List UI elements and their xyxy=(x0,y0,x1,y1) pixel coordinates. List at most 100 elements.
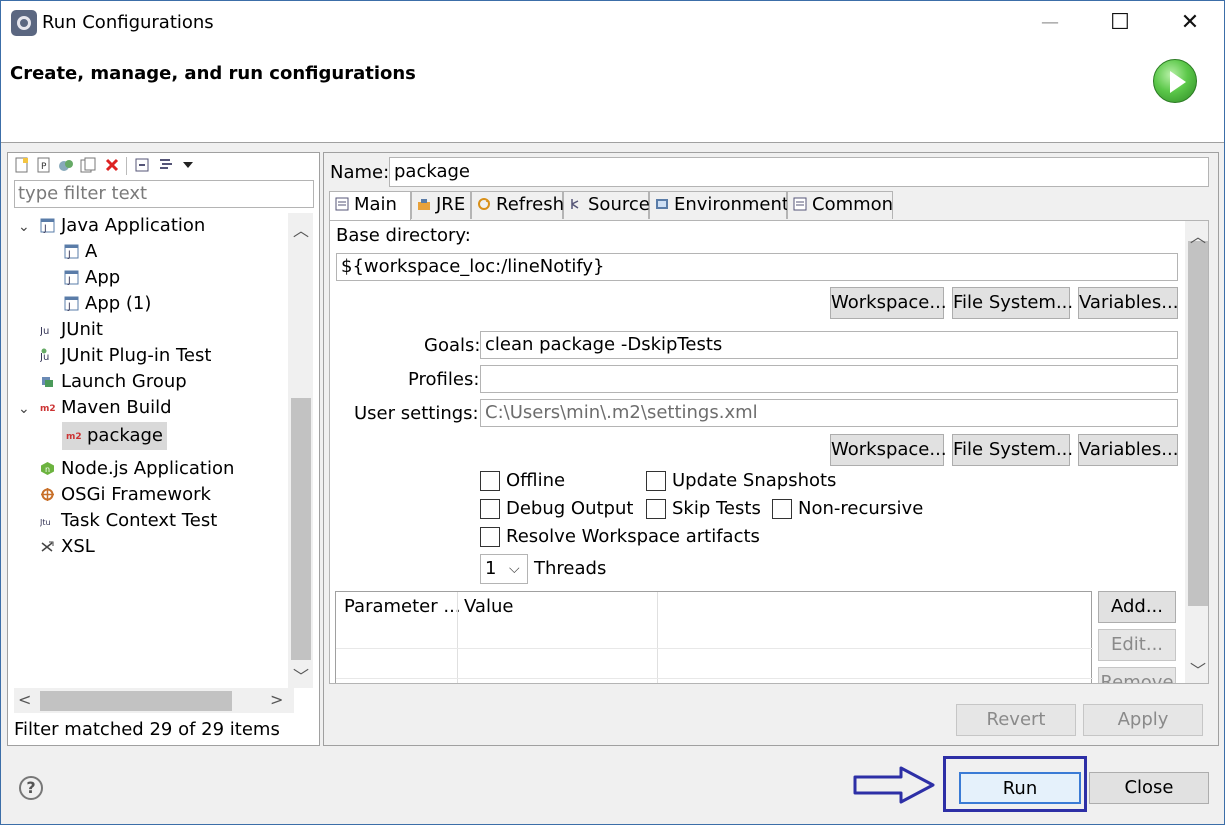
resolve-workspace-checkbox[interactable] xyxy=(480,527,500,547)
name-input[interactable]: package xyxy=(389,157,1209,187)
tab-jre[interactable]: JRE xyxy=(411,191,471,219)
parameters-table[interactable]: Parameter ... Value xyxy=(335,591,1093,683)
offline-checkbox[interactable] xyxy=(480,471,500,491)
export-icon[interactable] xyxy=(58,157,74,173)
scroll-down-icon[interactable]: ﹀ xyxy=(293,663,309,687)
revert-button[interactable]: Revert xyxy=(956,704,1076,736)
run-button-label: Run xyxy=(1002,778,1038,799)
file-system-button[interactable]: File System... xyxy=(952,287,1073,319)
new-prototype-icon[interactable]: P xyxy=(36,157,52,173)
filter-input[interactable]: type filter text xyxy=(14,180,314,208)
threads-label: Threads xyxy=(534,558,607,579)
annotation-arrow-icon xyxy=(853,766,935,804)
update-snapshots-checkbox[interactable] xyxy=(646,471,666,491)
tree-item-app-1[interactable]: J App (1) xyxy=(64,292,151,316)
tree-item-a[interactable]: JA xyxy=(64,240,97,264)
user-settings-input[interactable]: C:\Users\min\.m2\settings.xml xyxy=(480,399,1178,427)
tree-item-java-application[interactable]: J Java Application xyxy=(40,214,205,238)
tree-item-label: OSGi Framework xyxy=(61,484,211,505)
view-menu-icon[interactable] xyxy=(180,157,196,173)
expand-chevron-icon[interactable]: ⌄ xyxy=(18,401,30,417)
workspace-button[interactable]: Workspace... xyxy=(830,287,947,319)
tree-vertical-scroll-thumb[interactable] xyxy=(291,398,311,660)
skip-tests-checkbox[interactable] xyxy=(646,499,666,519)
tree-item-osgi-framework[interactable]: OSGi Framework xyxy=(40,483,211,507)
maven-icon: m2 xyxy=(66,432,81,442)
tree-item-label: App xyxy=(85,267,121,288)
eclipse-app-icon xyxy=(11,10,37,36)
run-button[interactable]: Run xyxy=(959,772,1081,804)
tab-common[interactable]: Common xyxy=(787,191,893,219)
new-configuration-icon[interactable] xyxy=(14,157,30,173)
base-directory-input[interactable]: ${workspace_loc:/lineNotify} xyxy=(336,253,1178,281)
maximize-button[interactable]: ☐ xyxy=(1097,7,1143,39)
java-app-icon: J xyxy=(40,218,55,233)
non-recursive-checkbox[interactable] xyxy=(772,499,792,519)
toolbar-divider xyxy=(126,157,127,175)
remove-parameter-button[interactable]: Remove xyxy=(1098,667,1176,683)
add-parameter-button[interactable]: Add... xyxy=(1098,591,1176,623)
edit-parameter-button[interactable]: Edit... xyxy=(1098,629,1176,661)
close-window-button[interactable]: ✕ xyxy=(1167,7,1213,39)
panel-vertical-scroll-thumb[interactable] xyxy=(1188,241,1208,606)
tab-refresh[interactable]: Refresh xyxy=(471,191,564,219)
tree-item-task-context-test[interactable]: Jtu Task Context Test xyxy=(40,509,217,533)
tree-item-label: package xyxy=(87,425,163,446)
xsl-icon xyxy=(41,541,54,552)
settings-workspace-button[interactable]: Workspace... xyxy=(830,434,947,466)
svg-text:J: J xyxy=(67,302,71,311)
window-title: Run Configurations xyxy=(42,12,214,33)
debug-output-checkbox[interactable] xyxy=(480,499,500,519)
run-configurations-dialog: Run Configurations — ☐ ✕ Create, manage,… xyxy=(0,0,1225,825)
scroll-left-icon[interactable]: < xyxy=(18,690,31,709)
task-context-icon: Jtu xyxy=(40,518,51,527)
svg-text:Ju: Ju xyxy=(40,326,49,337)
settings-variables-button[interactable]: Variables... xyxy=(1078,434,1178,466)
scroll-down-icon[interactable]: ﹀ xyxy=(1190,657,1206,681)
tab-main[interactable]: Main xyxy=(329,191,411,221)
table-header-value[interactable]: Value xyxy=(464,596,513,617)
threads-select[interactable]: 1 ⌵ xyxy=(480,554,528,584)
update-snapshots-label: Update Snapshots xyxy=(672,470,837,491)
close-button[interactable]: Close xyxy=(1089,772,1209,804)
main-tab-panel: Base directory: ${workspace_loc:/lineNot… xyxy=(329,220,1209,684)
delete-icon[interactable] xyxy=(104,157,120,173)
tree-horizontal-scroll-thumb[interactable] xyxy=(40,691,232,711)
collapse-all-icon[interactable] xyxy=(134,157,150,173)
tree-item-launch-group[interactable]: Launch Group xyxy=(40,370,187,394)
svg-text:Jtu: Jtu xyxy=(40,518,51,527)
variables-button[interactable]: Variables... xyxy=(1078,287,1178,319)
junit-icon: Ju xyxy=(40,326,49,337)
apply-button[interactable]: Apply xyxy=(1083,704,1203,736)
goals-label: Goals: xyxy=(424,335,481,356)
minimize-button[interactable]: — xyxy=(1027,7,1073,39)
help-icon[interactable]: ? xyxy=(19,776,43,800)
scroll-right-icon[interactable]: > xyxy=(270,690,283,709)
tree-item-label: App (1) xyxy=(85,293,152,314)
java-config-icon: J xyxy=(64,296,79,311)
name-label: Name: xyxy=(330,162,390,183)
goals-input[interactable]: clean package -DskipTests xyxy=(480,331,1178,359)
filter-icon[interactable] xyxy=(158,157,174,173)
debug-output-label: Debug Output xyxy=(506,498,634,519)
scroll-up-icon[interactable]: ︿ xyxy=(1190,223,1206,247)
tree-item-maven-build[interactable]: m2 Maven Build xyxy=(40,396,172,420)
tree-item-junit[interactable]: Ju JUnit xyxy=(40,318,103,342)
svg-text:m2: m2 xyxy=(40,404,55,414)
tree-item-label: Node.js Application xyxy=(61,458,235,479)
tree-item-package[interactable]: m2 package xyxy=(62,422,167,450)
tree-item-junit-plugin-test[interactable]: Ju JUnit Plug-in Test xyxy=(40,344,211,368)
duplicate-icon[interactable] xyxy=(80,157,96,173)
tree-item-nodejs-application[interactable]: n Node.js Application xyxy=(40,457,234,481)
expand-chevron-icon[interactable]: ⌄ xyxy=(18,219,30,235)
tree-item-app[interactable]: J App xyxy=(64,266,120,290)
svg-text:J: J xyxy=(67,250,71,259)
table-header-parameter[interactable]: Parameter ... xyxy=(344,596,461,617)
profiles-input[interactable] xyxy=(480,365,1178,393)
scroll-up-icon[interactable]: ︿ xyxy=(293,217,309,241)
tab-environment[interactable]: Environment xyxy=(649,191,789,219)
tree-item-xsl[interactable]: XSL xyxy=(40,535,95,559)
tab-source[interactable]: Source xyxy=(563,191,650,219)
settings-file-system-button[interactable]: File System... xyxy=(952,434,1073,466)
svg-text:P: P xyxy=(41,162,47,172)
